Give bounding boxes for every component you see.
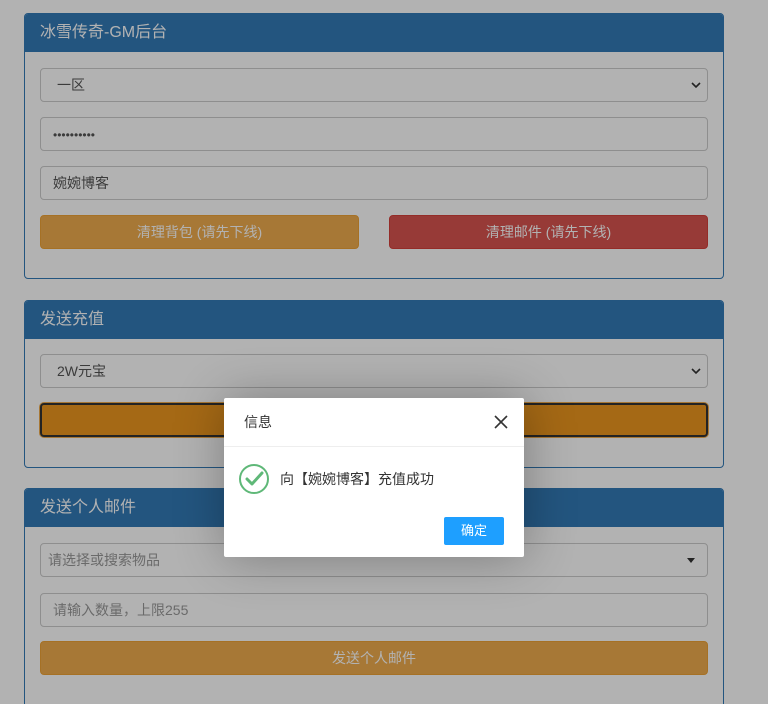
dialog-title: 信息 [224, 398, 524, 447]
close-icon[interactable] [494, 415, 508, 429]
modal-overlay[interactable] [0, 0, 768, 704]
info-dialog: 信息 向【婉婉博客】充值成功 确定 [224, 398, 524, 557]
confirm-button[interactable]: 确定 [444, 517, 504, 545]
success-check-icon [239, 464, 269, 494]
gm-admin-page: 冰雪传奇-GM后台 一区 •••••••••• 婉婉博客 清理背包 (请先下线)… [0, 0, 768, 704]
dialog-message: 向【婉婉博客】充值成功 [280, 471, 434, 487]
dialog-body: 向【婉婉博客】充值成功 [238, 462, 508, 496]
